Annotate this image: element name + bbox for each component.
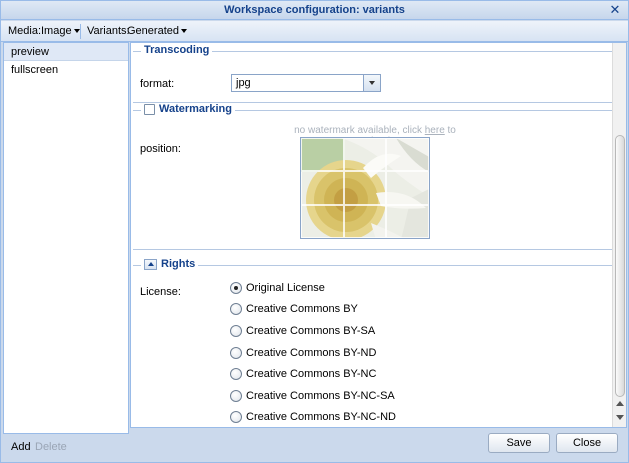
license-option-cc-by[interactable]: Creative Commons BY (230, 301, 358, 317)
config-window: Workspace configuration: variants ✕ Medi… (0, 0, 629, 463)
transcoding-title: Transcoding (144, 44, 210, 56)
position-top-center[interactable] (343, 138, 387, 172)
license-option-label: Creative Commons BY-NC (246, 368, 377, 380)
watermark-position-grid (300, 137, 430, 239)
variants-value: Generated (127, 25, 179, 37)
chevron-down-icon (73, 29, 80, 34)
license-option-cc-by-nc-sa[interactable]: Creative Commons BY-NC-SA (230, 388, 395, 404)
radio-button[interactable] (230, 347, 242, 359)
position-middle-left[interactable] (301, 171, 344, 205)
chevron-down-icon (180, 29, 187, 34)
rights-fieldset: Rights License: Original License Creativ… (133, 258, 612, 427)
rights-title: Rights (161, 258, 196, 270)
list-item[interactable]: preview (4, 43, 128, 61)
license-option-cc-by-nc-nd[interactable]: Creative Commons BY-NC-ND (230, 409, 396, 425)
list-item-label: preview (11, 46, 49, 58)
title-bar[interactable]: Workspace configuration: variants ✕ (1, 1, 628, 20)
format-value: jpg (236, 77, 251, 89)
position-bottom-center[interactable] (343, 204, 387, 238)
radio-button[interactable] (230, 368, 242, 380)
chevron-down-icon[interactable] (363, 75, 380, 91)
license-option-cc-by-nc[interactable]: Creative Commons BY-NC (230, 366, 376, 382)
license-label: License: (140, 286, 181, 298)
radio-button[interactable] (230, 390, 242, 402)
media-value: Image (41, 25, 72, 37)
close-icon[interactable]: ✕ (608, 3, 622, 17)
collapse-icon[interactable] (144, 258, 157, 270)
toolbar: Media: Image Variants: Generated (1, 21, 628, 42)
media-label: Media: (8, 25, 42, 37)
toolbar-separator (80, 24, 81, 39)
watermarking-legend: Watermarking (141, 103, 235, 115)
variant-settings-panel: Transcoding format: jpg Watermarking no … (130, 42, 627, 428)
position-label: position: (140, 143, 181, 155)
watermark-note-prefix: no watermark available, click (294, 125, 422, 136)
position-top-left[interactable] (301, 138, 344, 172)
close-button[interactable]: Close (556, 433, 618, 453)
media-dropdown[interactable]: Image (41, 25, 80, 37)
radio-button[interactable] (230, 411, 242, 423)
position-top-right[interactable] (386, 138, 429, 172)
delete-variant-button[interactable]: Delete (35, 441, 67, 453)
variants-dropdown[interactable]: Generated (127, 25, 187, 37)
list-item-label: fullscreen (11, 64, 59, 76)
watermarking-title: Watermarking (159, 103, 232, 115)
scroll-up-icon[interactable] (615, 399, 624, 408)
license-option-label: Original License (246, 282, 325, 294)
vertical-scrollbar[interactable] (612, 43, 626, 427)
variants-list-footer: Add Delete (3, 435, 129, 459)
format-label: format: (140, 78, 175, 90)
scrollbar-thumb[interactable] (615, 135, 625, 397)
license-option-label: Creative Commons BY-NC-SA (246, 390, 395, 402)
format-select[interactable]: jpg (231, 74, 381, 92)
radio-button[interactable] (230, 303, 242, 315)
watermarking-checkbox[interactable] (144, 103, 155, 115)
license-option-label: Creative Commons BY-NC-ND (246, 411, 396, 423)
save-button[interactable]: Save (488, 433, 550, 453)
position-middle-right[interactable] (386, 171, 429, 205)
variants-list: preview fullscreen (3, 42, 129, 434)
license-option-cc-by-sa[interactable]: Creative Commons BY-SA (230, 323, 375, 339)
upload-watermark-link[interactable]: here (425, 125, 445, 136)
list-item[interactable]: fullscreen (4, 61, 128, 79)
license-option-label: Creative Commons BY-SA (246, 325, 376, 337)
position-bottom-left[interactable] (301, 204, 344, 238)
scroll-down-icon[interactable] (615, 413, 624, 422)
transcoding-fieldset: Transcoding format: jpg (133, 44, 612, 103)
position-center[interactable] (343, 171, 387, 205)
license-option-original[interactable]: Original License (230, 280, 325, 296)
window-title: Workspace configuration: variants (224, 4, 405, 16)
radio-button[interactable] (230, 325, 242, 337)
rights-legend: Rights (141, 258, 199, 270)
license-option-cc-by-nd[interactable]: Creative Commons BY-ND (230, 345, 376, 361)
transcoding-legend: Transcoding (141, 44, 213, 56)
watermarking-fieldset: Watermarking no watermark available, cli… (133, 103, 612, 250)
license-option-label: Creative Commons BY-ND (246, 347, 377, 359)
add-variant-button[interactable]: Add (11, 441, 31, 453)
position-bottom-right[interactable] (386, 204, 429, 238)
license-option-label: Creative Commons BY (246, 303, 358, 315)
variants-label: Variants: (87, 25, 130, 37)
radio-button[interactable] (230, 282, 242, 294)
